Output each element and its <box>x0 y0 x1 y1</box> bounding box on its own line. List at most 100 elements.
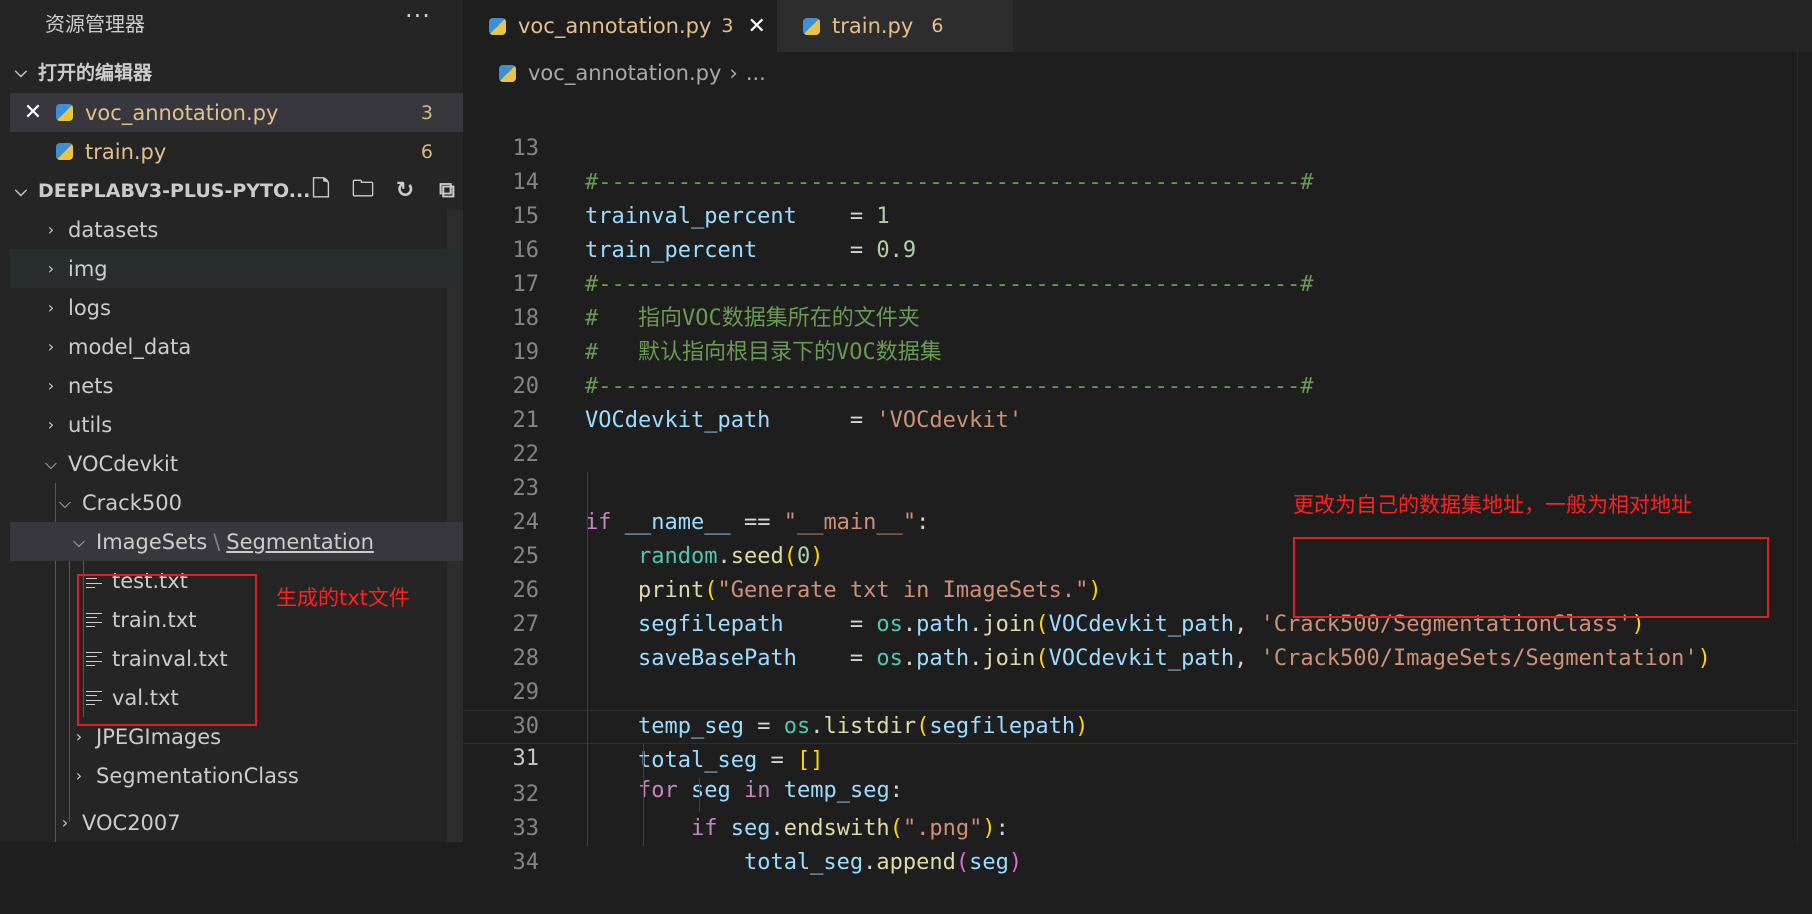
python-file-icon <box>489 17 506 35</box>
code-line: 29 temp_seg = os.listdir(segfilepath) <box>463 642 1812 739</box>
code-token: append <box>876 850 956 875</box>
new-folder-icon[interactable]: 🗀 <box>348 172 378 210</box>
code-line: 33 total_seg.append(seg) <box>463 778 1812 875</box>
project-section[interactable]: ⌵ DEEPLABV3-PLUS-PYTO... 🗋 🗀 ↻ ⧉ <box>10 171 463 210</box>
python-file-icon <box>56 143 73 160</box>
tree-item-crack500[interactable]: ⌵ Crack500 <box>10 483 463 522</box>
tree-item-img[interactable]: › img <box>10 249 463 288</box>
code-line: 20 VOCdevkit_path = 'VOCdevkit' <box>463 336 1812 433</box>
explorer-toolbar: 🗋 🗀 ↻ ⧉ <box>306 171 462 210</box>
tree-item-label: img <box>68 256 108 281</box>
breadcrumb-separator: › <box>729 61 738 85</box>
path-separator: \ <box>213 529 221 554</box>
tree-item-imagesets-segmentation[interactable]: ⌵ ImageSets \ Segmentation <box>10 522 463 561</box>
open-editors-label: 打开的编辑器 <box>38 62 153 84</box>
breadcrumb-file[interactable]: voc_annotation.py <box>528 61 721 85</box>
tree-item-label: Crack500 <box>82 490 182 515</box>
code-line: 21 <box>463 370 1812 433</box>
tree-item-label: nets <box>68 373 114 398</box>
chevron-right-icon: › <box>47 298 55 317</box>
tree-item-vocdevkit[interactable]: ⌵ VOCdevkit <box>10 444 463 483</box>
tree-item-label: Segmentation <box>226 529 374 554</box>
code-line: 18 # 默认指向根目录下的VOC数据集 <box>463 268 1812 365</box>
new-file-icon[interactable]: 🗋 <box>306 172 336 210</box>
explorer-header: 资源管理器 ··· <box>0 0 463 42</box>
tab-voc-annotation[interactable]: voc_annotation.py 3 ✕ <box>463 0 803 52</box>
breadcrumb-symbol[interactable]: ... <box>746 61 766 85</box>
chevron-right-icon: › <box>47 259 55 278</box>
indent-guide <box>699 778 700 812</box>
tab-label: train.py <box>832 14 914 38</box>
python-file-icon <box>499 64 516 82</box>
problem-count-badge: 3 <box>420 101 433 124</box>
indent-guide <box>643 744 644 846</box>
tree-item-nets[interactable]: › nets <box>10 366 463 405</box>
tree-item-label: SegmentationClass <box>96 763 299 788</box>
editor-scrollbar[interactable] <box>1797 52 1812 842</box>
tree-item-voc2007[interactable]: › VOC2007 <box>10 803 463 842</box>
chevron-down-icon: ⌵ <box>14 61 28 81</box>
close-icon[interactable]: ✕ <box>10 100 56 125</box>
code-line: 14 trainval_percent = 1 <box>463 132 1812 229</box>
chevron-right-icon: › <box>47 376 55 395</box>
more-actions-icon[interactable]: ··· <box>405 2 431 30</box>
code-line: 34 <box>463 812 1812 875</box>
tab-label: voc_annotation.py <box>518 14 712 38</box>
tree-item-label: utils <box>68 412 113 437</box>
chevron-right-icon: › <box>47 415 55 434</box>
tree-item-label: VOCdevkit <box>68 451 179 476</box>
code-line: 19 #------------------------------------… <box>463 302 1812 399</box>
explorer-sidebar: 资源管理器 ··· ⌵ 打开的编辑器 ✕ voc_annotation.py 3… <box>0 0 463 842</box>
code-token: total_seg <box>743 850 864 875</box>
open-editor-voc-annotation[interactable]: ✕ voc_annotation.py 3 <box>10 93 463 132</box>
path-highlight-box <box>1293 537 1769 618</box>
tree-item-model-data[interactable]: › model_data <box>10 327 463 366</box>
code-line: 13 #------------------------------------… <box>463 98 1812 195</box>
chevron-right-icon: › <box>61 813 69 832</box>
editor-area: voc_annotation.py 3 ✕ train.py 6 voc_ann… <box>463 0 1812 875</box>
open-editor-filename: voc_annotation.py <box>85 100 279 125</box>
tree-item-utils[interactable]: › utils <box>10 405 463 444</box>
python-file-icon <box>56 104 73 121</box>
open-editors-section[interactable]: ⌵ 打开的编辑器 <box>10 52 463 91</box>
tab-train[interactable]: train.py 6 <box>777 0 1013 52</box>
open-editor-filename: train.py <box>85 139 167 164</box>
chevron-right-icon: › <box>47 337 55 356</box>
code-line: 15 train_percent = 0.9 <box>463 166 1812 263</box>
tree-item-label: model_data <box>68 334 192 359</box>
txt-files-annotation: 生成的txt文件 <box>276 586 410 610</box>
chevron-right-icon: › <box>75 766 83 785</box>
chevron-down-icon: ⌵ <box>58 492 72 512</box>
indent-guide <box>587 472 588 846</box>
txt-files-highlight-box <box>77 574 257 726</box>
tree-item-logs[interactable]: › logs <box>10 288 463 327</box>
tree-item-label: datasets <box>68 217 159 242</box>
code-line: 16 #------------------------------------… <box>463 200 1812 297</box>
problem-count-badge: 6 <box>420 140 433 163</box>
tree-item-segmentationclass[interactable]: › SegmentationClass <box>10 756 463 795</box>
code-token: seg <box>969 850 1009 875</box>
tree-item-datasets[interactable]: › datasets <box>10 210 463 249</box>
refresh-icon[interactable]: ↻ <box>390 178 420 203</box>
code-line: 22 <box>463 404 1812 467</box>
code-line: 17 # 指向VOC数据集所在的文件夹 <box>463 234 1812 331</box>
line-number: 34 <box>512 850 540 875</box>
collapse-all-icon[interactable]: ⧉ <box>432 178 462 203</box>
tab-problem-badge: 3 <box>721 15 734 37</box>
chevron-right-icon: › <box>47 220 55 239</box>
tree-item-label: JPEGImages <box>96 724 222 749</box>
project-label: DEEPLABV3-PLUS-PYTO... <box>38 179 311 202</box>
open-editor-train[interactable]: train.py 6 <box>10 132 463 171</box>
chevron-down-icon: ⌵ <box>14 180 28 200</box>
code-line-current: 31 for seg in temp_seg: <box>463 710 1812 803</box>
tree-item-label: VOC2007 <box>82 810 181 835</box>
tree-item-label: logs <box>68 295 111 320</box>
path-annotation: 更改为自己的数据集地址，一般为相对地址 <box>1293 493 1692 517</box>
chevron-down-icon: ⌵ <box>72 531 86 551</box>
code-line: 23 if __name__ == "__main__": <box>463 438 1812 535</box>
python-file-icon <box>803 17 820 35</box>
tree-item-label: ImageSets <box>96 529 208 554</box>
chevron-down-icon: ⌵ <box>44 453 58 473</box>
breadcrumb: voc_annotation.py › ... <box>463 52 1812 94</box>
close-icon[interactable]: ✕ <box>748 14 766 39</box>
